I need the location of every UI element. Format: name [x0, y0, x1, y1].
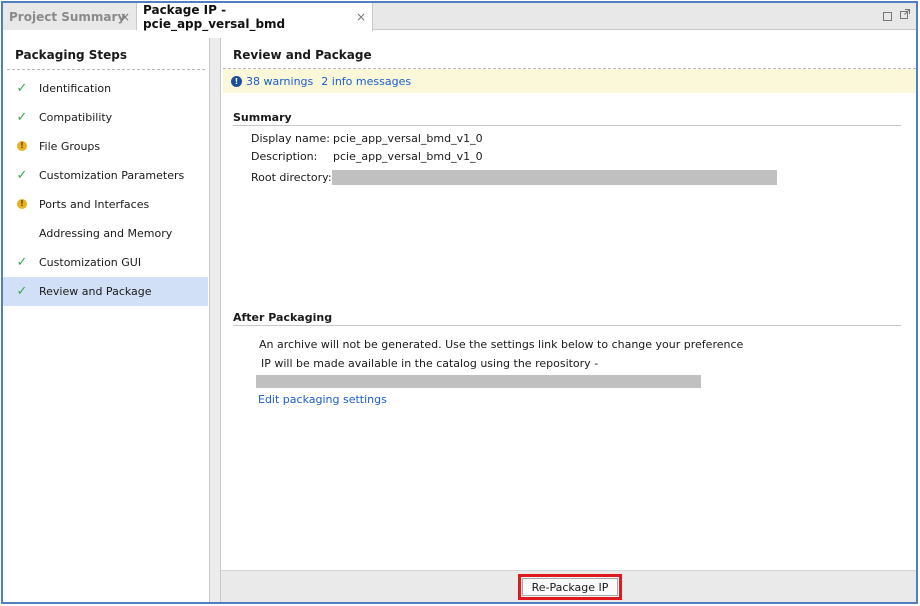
repackage-ip-button[interactable]: Re-Package IP	[518, 574, 622, 600]
repository-path-redacted	[256, 375, 701, 388]
package-ip-window: Project Summary × Package IP - pcie_app_…	[1, 1, 918, 604]
review-package-title: Review and Package	[233, 48, 372, 62]
step-label: Identification	[39, 82, 112, 95]
description-value: pcie_app_versal_bmd_v1_0	[333, 150, 483, 163]
step-compatibility[interactable]: ✓ Compatibility	[3, 103, 208, 132]
description-label: Description:	[251, 150, 318, 163]
info-messages-link[interactable]: 2 info messages	[321, 75, 411, 88]
step-file-groups[interactable]: ! File Groups	[3, 132, 208, 161]
warning-info-icon: !	[231, 75, 242, 87]
step-label: Customization GUI	[39, 256, 142, 269]
catalog-note: IP will be made available in the catalog…	[261, 357, 599, 370]
window-controls	[883, 9, 910, 22]
tab-package-ip[interactable]: Package IP - pcie_app_versal_bmd ×	[137, 3, 373, 31]
step-label: Customization Parameters	[39, 169, 185, 182]
root-directory-redacted	[332, 170, 777, 185]
check-icon: ✓	[16, 109, 28, 125]
tab-bar: Project Summary × Package IP - pcie_app_…	[3, 3, 916, 31]
packaging-steps-panel: Packaging Steps ✓ Identification ✓ Compatib…	[3, 38, 210, 602]
tab-package-ip-label: Package IP - pcie_app_versal_bmd	[143, 3, 286, 31]
after-packaging-divider	[233, 325, 901, 326]
blank-icon	[16, 227, 28, 239]
display-name-row: Display name: pcie_app_versal_bmd_v1_0	[251, 132, 483, 145]
display-name-label: Display name:	[251, 132, 330, 145]
edit-packaging-settings-link[interactable]: Edit packaging settings	[258, 393, 387, 406]
message-bar: ! 38 warnings 2 info messages	[223, 69, 916, 93]
steps-list: ✓ Identification ✓ Compatibility! File Group…	[3, 74, 208, 306]
step-review-and-package[interactable]: ✓ Review and Package	[3, 277, 208, 306]
root-directory-row: Root directory:	[251, 170, 777, 185]
step-label: Compatibility	[39, 111, 113, 124]
after-packaging-title: After Packaging	[233, 311, 333, 324]
step-label: Ports and Interfaces	[39, 198, 150, 211]
step-label: Review and Package	[39, 285, 152, 298]
maximize-icon[interactable]	[883, 12, 892, 21]
display-name-value: pcie_app_versal_bmd_v1_0	[333, 132, 483, 145]
root-directory-label: Root directory:	[251, 171, 332, 184]
review-package-panel: Review and Package ! 38 warnings 2 info …	[221, 38, 916, 602]
close-icon[interactable]: ×	[120, 10, 130, 24]
archive-note: An archive will not be generated. Use th…	[259, 338, 744, 351]
check-icon: ✓	[16, 283, 28, 299]
tab-project-summary[interactable]: Project Summary ×	[3, 3, 137, 30]
step-addressing-and-memory[interactable]: Addressing and Memory	[3, 219, 208, 248]
step-customization-parameters[interactable]: ✓ Customization Parameters	[3, 161, 208, 190]
panel-splitter[interactable]	[210, 38, 221, 602]
summary-divider	[233, 125, 901, 126]
check-icon: ✓	[16, 80, 28, 96]
check-icon: ✓	[16, 254, 28, 270]
repackage-ip-label: Re-Package IP	[522, 578, 618, 596]
action-bar: Re-Package IP	[221, 570, 916, 602]
warning-icon: !	[16, 198, 28, 210]
close-icon[interactable]: ×	[356, 10, 366, 24]
step-identification[interactable]: ✓ Identification	[3, 74, 208, 103]
step-ports-and-interfaces[interactable]: ! Ports and Interfaces	[3, 190, 208, 219]
step-label: Addressing and Memory	[39, 227, 173, 240]
divider	[7, 69, 205, 70]
step-label: File Groups	[39, 140, 101, 153]
check-icon: ✓	[16, 167, 28, 183]
tab-project-summary-label: Project Summary	[9, 9, 126, 24]
warnings-link[interactable]: 38 warnings	[246, 75, 313, 88]
packaging-steps-title: Packaging Steps	[15, 48, 128, 62]
step-customization-gui[interactable]: ✓ Customization GUI	[3, 248, 208, 277]
summary-title: Summary	[233, 111, 292, 124]
float-icon[interactable]	[900, 9, 910, 22]
warning-icon: !	[16, 140, 28, 152]
description-row: Description: pcie_app_versal_bmd_v1_0	[251, 150, 483, 163]
